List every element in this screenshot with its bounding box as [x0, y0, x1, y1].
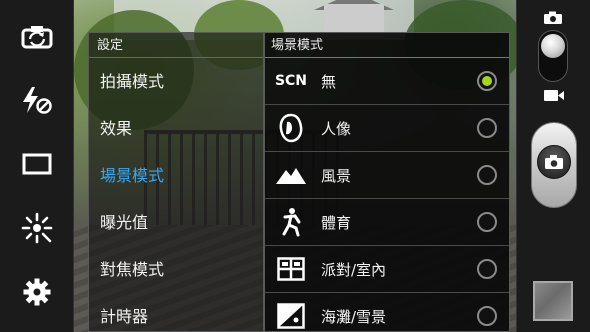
scene-mode-title: 場景模式 [265, 33, 509, 58]
settings-item-timer[interactable]: 計時器 [89, 293, 263, 332]
scn-icon: SCN [271, 58, 311, 105]
scene-option-label: 派對/室內 [321, 260, 387, 279]
scene-option-beach-snow[interactable]: 海灘/雪景 [265, 293, 509, 332]
switch-camera-icon [21, 26, 53, 49]
aspect-ratio-button[interactable] [14, 144, 60, 184]
scene-option-label: 體育 [321, 213, 352, 232]
scene-option-sports[interactable]: 體育 [265, 199, 509, 246]
scene-option-label: 人像 [321, 119, 352, 138]
scene-option-landscape[interactable]: 風景 [265, 152, 509, 199]
scene-radio[interactable] [477, 212, 497, 232]
preview-house [324, 4, 384, 34]
brightness-button[interactable] [14, 208, 60, 248]
scene-option-label: 無 [321, 72, 337, 91]
scene-radio[interactable] [477, 306, 497, 326]
switch-camera-button[interactable] [14, 16, 60, 56]
settings-item-focus-mode[interactable]: 對焦模式 [89, 246, 263, 293]
portrait-icon [271, 105, 311, 152]
settings-menu-title: 設定 [89, 33, 263, 58]
scene-radio[interactable] [477, 118, 497, 138]
settings-item-scene-mode[interactable]: 場景模式 [89, 152, 263, 199]
scene-radio[interactable] [477, 259, 497, 279]
scene-radio-selected[interactable] [477, 71, 497, 91]
scene-radio[interactable] [477, 165, 497, 185]
scn-icon-text: SCN [274, 73, 308, 89]
party-indoor-icon [271, 246, 311, 293]
flash-button[interactable] [14, 80, 60, 120]
settings-item-exposure[interactable]: 曝光值 [89, 199, 263, 246]
settings-item-effects[interactable]: 效果 [89, 105, 263, 152]
video-mode-icon [544, 90, 564, 101]
shutter-camera-icon [545, 155, 563, 169]
mode-toggle-switch[interactable] [538, 30, 568, 82]
brightness-icon [21, 212, 53, 244]
mode-toggle-knob[interactable] [541, 34, 565, 58]
landscape-icon [271, 152, 311, 199]
left-toolbar [0, 0, 74, 332]
settings-menu: 設定 拍攝模式 效果 場景模式 曝光值 對焦模式 計時器 [88, 32, 264, 332]
settings-button[interactable] [14, 272, 60, 312]
right-toolbar [516, 0, 590, 332]
scene-mode-panel: 場景模式 SCN 無 人像 風景 體育 派對/室內 海灘/雪景 [264, 32, 510, 332]
camera-mode-icon [544, 11, 562, 24]
scene-option-label: 海灘/雪景 [321, 307, 387, 326]
flash-off-icon [23, 87, 52, 114]
sports-icon [271, 199, 311, 246]
settings-gear-icon [23, 278, 51, 306]
scene-option-party-indoor[interactable]: 派對/室內 [265, 246, 509, 293]
beach-snow-icon [271, 293, 311, 332]
scene-option-portrait[interactable]: 人像 [265, 105, 509, 152]
shutter-button[interactable] [531, 122, 577, 208]
gallery-thumbnail[interactable] [533, 281, 573, 321]
scene-option-none[interactable]: SCN 無 [265, 58, 509, 105]
settings-item-shooting-mode[interactable]: 拍攝模式 [89, 58, 263, 105]
scene-option-label: 風景 [321, 166, 352, 185]
aspect-ratio-icon [22, 153, 52, 175]
